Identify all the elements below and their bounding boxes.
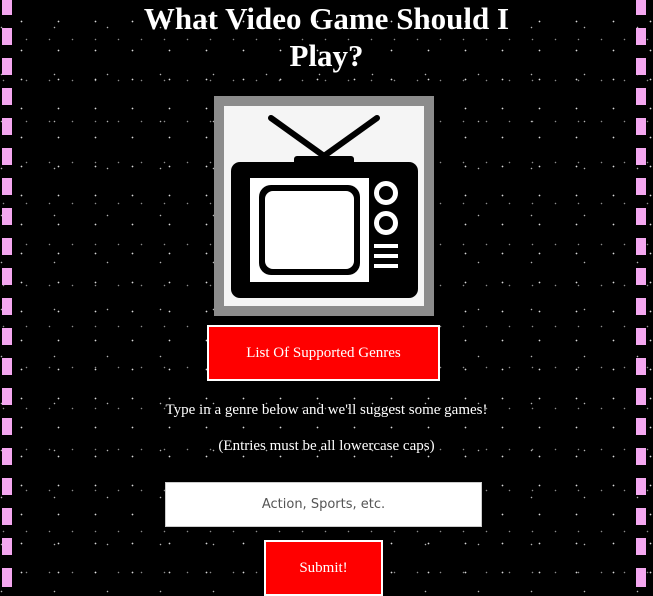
list-genres-button[interactable]: List Of Supported Genres bbox=[207, 325, 440, 381]
tv-image-card bbox=[224, 106, 424, 306]
right-border-stripes bbox=[636, 0, 646, 587]
left-border-stripes bbox=[2, 0, 12, 587]
submit-button[interactable]: Submit! bbox=[264, 540, 383, 596]
page-title-line-2: Play? bbox=[289, 38, 364, 73]
tv-image-frame bbox=[214, 96, 434, 316]
lowercase-note: (Entries must be all lowercase caps) bbox=[218, 438, 435, 454]
page-title-line-1: What Video Game Should I bbox=[143, 1, 510, 36]
television-icon bbox=[231, 115, 418, 298]
instruction-text: Type in a genre below and we'll suggest … bbox=[165, 402, 488, 418]
page-title: What Video Game Should I Play? bbox=[0, 0, 653, 74]
genre-input[interactable] bbox=[165, 482, 482, 527]
